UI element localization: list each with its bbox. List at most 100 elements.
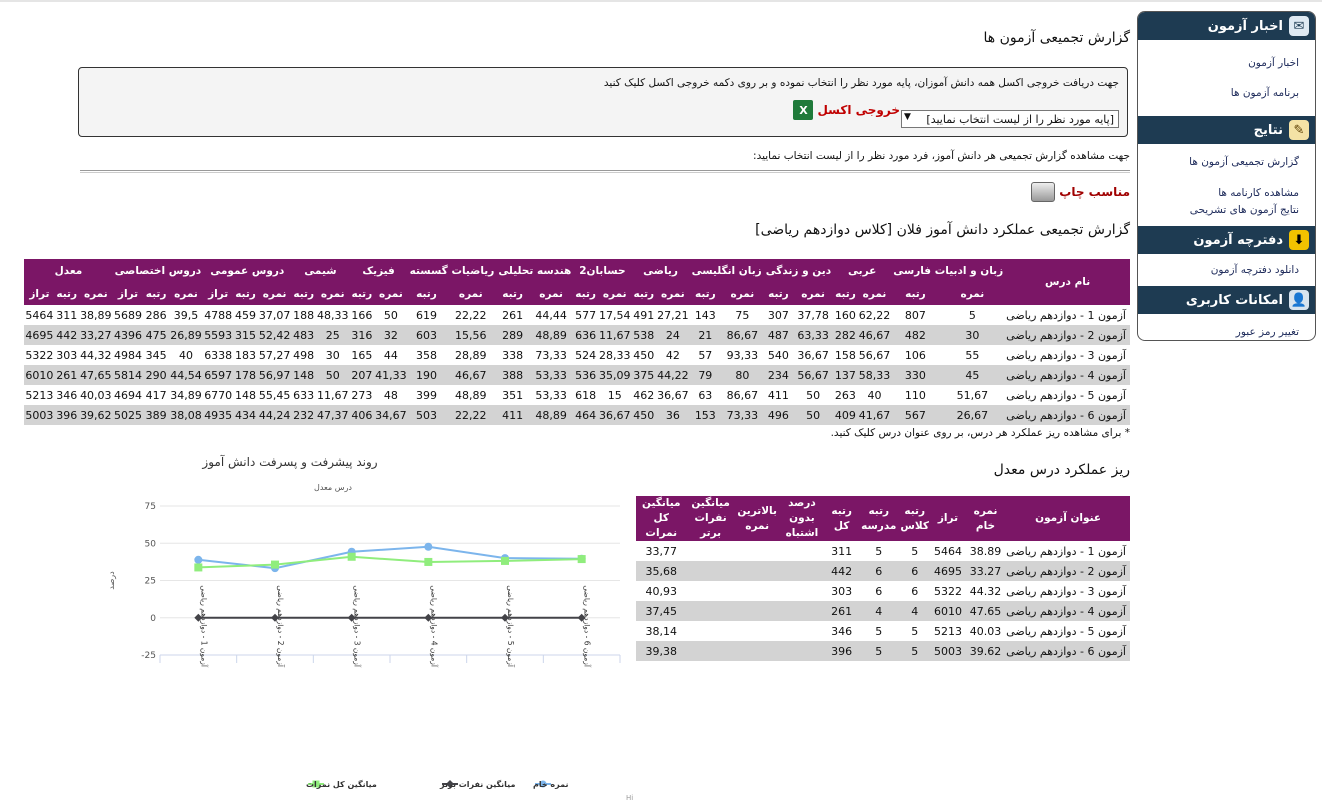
sidebar-header-results[interactable]: ✎ نتایج [1138,116,1315,144]
table-cell: 44 [383,348,398,362]
sidebar-item-exam-news[interactable]: اخبار آزمون [1138,56,1315,71]
table-cell [686,561,735,581]
table-cell: 4695 [931,561,965,581]
table-cell: 503 [407,405,446,425]
header-course-0[interactable]: زبان و ادبیات فارسی [891,259,1006,282]
excel-export-button[interactable]: خروجی اکسل X [793,100,900,120]
table-cell: 34,89 [170,388,202,402]
row-exam-name: آزمون 4 - دوازدهم ریاضی [1005,365,1130,385]
sidebar-item-change-password[interactable]: تغییر رمز عبور [1232,325,1315,340]
table-cell: 483 [291,325,316,345]
row-exam-name: آزمون 2 - دوازدهم ریاضی [1006,561,1130,581]
header-course-1[interactable]: عربی [833,259,892,282]
series-point [347,552,356,561]
table-cell [735,581,780,601]
table-cell: 41,33 [374,365,408,385]
table-cell: 5814 [112,365,144,385]
table-cell: 30 [939,325,1006,345]
table-cell: 56,97 [257,365,292,385]
subheader-taraz: تراز [112,282,144,305]
table-row: آزمون 1 - دوازدهم ریاضی 38.89 5464 5 5 311 33,… [636,541,1130,561]
table-cell: 5464 [933,544,962,558]
legend-label: نمره خام [533,780,568,789]
sidebar-header-user-tools[interactable]: 👤 امکانات کاربری [1138,286,1315,314]
table-cell: 411 [496,405,529,425]
sidebar-header-label: امکانات کاربری [1185,292,1283,308]
table-cell: 40,93 [645,584,678,598]
table-cell: 190 [407,365,446,385]
table-header-row: نام درس زبان و ادبیات فارسی عربی دین و زندگ… [24,259,1130,305]
print-friendly-link[interactable]: مناسب چاپ [1031,182,1130,202]
table-cell: 5593 [203,325,234,345]
series-point [424,542,433,551]
table-cell: 5689 [113,308,142,322]
header-course-6[interactable]: هندسه تحلیلی [496,259,574,282]
grade-select[interactable]: [پایه مورد نظر را از لیست انتخاب نمایید]… [901,110,1119,128]
table-cell [780,541,825,561]
table-cell: 15 [607,388,622,402]
sidebar-item-aggregate-report[interactable]: گزارش تجمیعی آزمون ها [1185,155,1315,170]
table-cell: 46,67 [857,325,892,345]
excel-icon: X [793,100,814,120]
header-course-5[interactable]: حسابان2 [573,259,632,282]
table-cell: 53,33 [528,365,574,385]
header-course-10[interactable]: دروس عمومی [203,259,292,282]
user-icon: 👤 [1289,290,1309,310]
table-row: آزمون 5 - دوازدهم ریاضی 40.03 5213 5 5 346 38,… [636,621,1130,641]
row-exam-name: آزمون 5 - دوازدهم ریاضی [1006,624,1126,638]
pencil-cup-icon: ✎ [1289,120,1309,140]
table-cell: 51,67 [956,388,989,402]
footnote: * برای مشاهده ریز عملکرد هر درس، بر روی … [830,427,1130,439]
detail-table: عنوان آزمون نمره خام تراز رتبه کلاس رتبه مدر… [636,496,1130,661]
table-cell: 48,89 [528,405,574,425]
table-cell: 11,67 [597,325,632,345]
header-course-4[interactable]: ریاضی [631,259,690,282]
sidebar-item-download-booklet[interactable]: دانلود دفترچه آزمون [1207,263,1315,278]
header-course-8[interactable]: فیزیک [349,259,408,282]
table-cell: 346 [56,388,78,402]
table-cell: 6 [898,561,931,581]
header-course-9[interactable]: شیمی [291,259,350,282]
table-cell: 6 [911,584,919,598]
table-cell: 567 [891,405,940,425]
header-course-7[interactable]: ریاضیات گسسته [407,259,497,282]
sidebar-item-report-cards[interactable]: مشاهده کارنامه ها [1138,186,1315,201]
sidebar-item-descriptive-results[interactable]: نتایج آزمون های تشریحی [1138,203,1315,218]
x-tick-label: آزمون 1 - دوازدهم ریاضی [199,585,209,668]
table-cell: 183 [235,348,257,362]
header-course-2[interactable]: دین و زندگی [763,259,834,282]
table-cell: 27,21 [657,308,689,322]
table-cell: 6597 [203,365,234,385]
subheader-nomre: نمره [597,282,632,305]
table-cell: 303 [56,348,78,362]
header-course-11[interactable]: دروس اختصاصی [112,259,204,282]
dropdown-arrow-icon: ▼ [904,112,911,122]
table-cell: 261 [824,601,860,621]
subheader-rotbe: رتبه [891,282,940,305]
table-cell: 33,27 [79,325,113,345]
table-cell: 5003 [24,405,55,425]
table-cell: 40 [867,388,882,402]
header-course-12[interactable]: معدل [24,259,113,282]
table-row: آزمون 6 - دوازدهم ریاضی 26,67 567 41,67 409 5… [24,405,1130,425]
table-cell: 4396 [112,325,144,345]
table-cell: 375 [631,365,657,385]
series-point [424,557,433,566]
table-row: آزمون 3 - دوازدهم ریاضی 55 106 56,67 158 36,6… [24,345,1130,365]
table-cell: 73,33 [535,348,567,362]
x-tick-label: آزمون 3 - دوازدهم ریاضی [353,585,363,668]
table-cell: 50 [316,365,350,385]
sidebar-header-booklet[interactable]: ⬇ دفترچه آزمون [1138,226,1315,254]
table-cell: 48,89 [528,325,574,345]
table-cell: 55,45 [258,388,291,402]
subheader-nomre: نمره [168,282,204,305]
row-exam-name: آزمون 3 - دوازدهم ریاضی [1006,584,1126,598]
table-cell: 536 [573,365,598,385]
table-cell: 188 [293,308,315,322]
header-course-3[interactable]: زبان انگلیسی [689,259,764,282]
table-cell: 5322 [25,348,54,362]
table-subheader-row: نمره رتبه نمره رتبه نمره رتبه نمره رتبه نمره رتبه… [24,282,1130,305]
table-cell: 39,38 [636,641,687,661]
sidebar-header-news[interactable]: ✉ اخبار آزمون [1138,12,1315,40]
sidebar-item-exam-schedule[interactable]: برنامه آزمون ها [1227,86,1315,101]
